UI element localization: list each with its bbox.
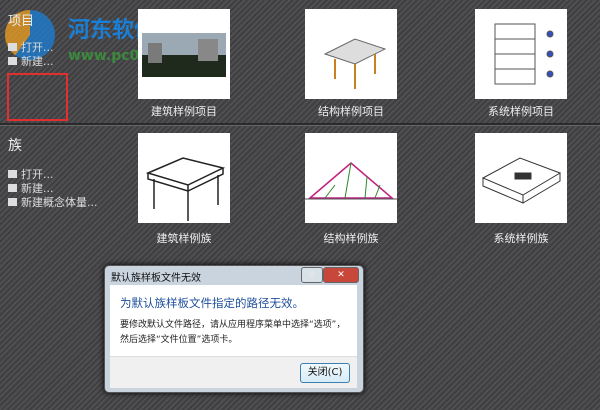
new-file-icon — [8, 184, 17, 192]
families-title: 族 — [8, 138, 22, 154]
family-new[interactable]: 新建... — [8, 181, 98, 195]
label-structure-project: 结构样例项目 — [318, 105, 384, 118]
family-open[interactable]: 打开... — [8, 167, 98, 181]
project-open[interactable]: 打开... — [8, 40, 54, 54]
family-new-mass[interactable]: 新建概念体量... — [8, 195, 98, 209]
thumb-structure-family[interactable] — [305, 133, 397, 223]
error-dialog: 默认族样板文件无效 ⧉ ✕ 为默认族样板文件指定的路径无效。 要修改默认文件路径… — [104, 265, 364, 393]
dialog-heading: 为默认族样板文件指定的路径无效。 — [120, 296, 304, 310]
restore-button[interactable]: ⧉ — [301, 267, 323, 283]
section-divider — [0, 123, 600, 126]
mass-icon — [8, 198, 17, 206]
label-system-family: 系统样例族 — [493, 232, 549, 245]
thumb-architecture-family[interactable] — [138, 133, 230, 223]
project-new[interactable]: 新建... — [8, 54, 54, 68]
label-structure-family: 结构样例族 — [323, 232, 379, 245]
projects-title: 项目 — [8, 14, 35, 29]
label-system-project: 系统样例项目 — [488, 105, 554, 118]
dialog-close-button[interactable]: 关闭(C) — [300, 363, 350, 383]
dialog-message: 要修改默认文件路径，请从应用程序菜单中选择“选项”，然后选择“文件位置”选项卡。 — [120, 320, 346, 345]
folder-icon — [8, 170, 17, 178]
label-architecture-project: 建筑样例项目 — [151, 105, 217, 118]
label-architecture-family: 建筑样例族 — [156, 232, 212, 245]
thumb-architecture-project[interactable] — [138, 9, 230, 99]
thumb-system-family[interactable] — [475, 133, 567, 223]
label: 新建... — [21, 55, 54, 68]
thumb-structure-project[interactable] — [305, 9, 397, 99]
folder-icon — [8, 43, 17, 51]
highlight-box — [7, 73, 68, 121]
thumb-system-project[interactable] — [475, 9, 567, 99]
close-x-button[interactable]: ✕ — [323, 267, 359, 283]
dialog-title: 默认族样板文件无效 — [111, 273, 201, 284]
label: 新建概念体量... — [21, 196, 98, 209]
new-file-icon — [8, 57, 17, 65]
